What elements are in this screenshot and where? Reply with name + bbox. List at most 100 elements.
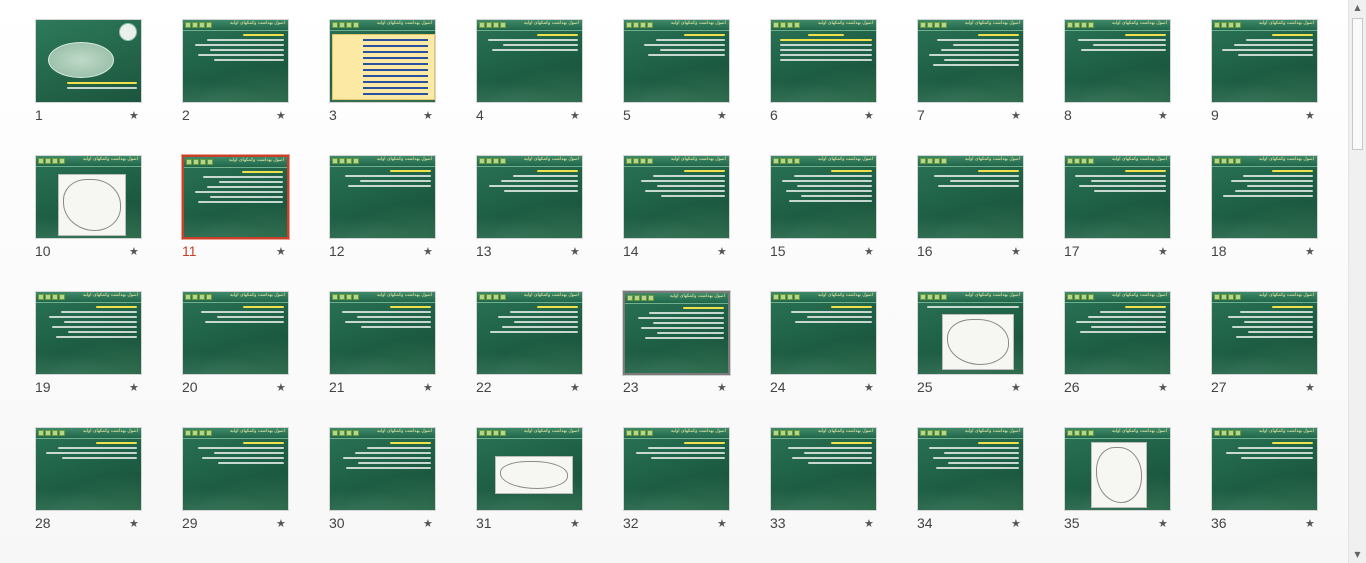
slide-header-title: اصول بهداشت وکمکهای اولیه <box>964 157 1020 162</box>
slide-header-title: اصول بهداشت وکمکهای اولیه <box>1258 157 1314 162</box>
slide-thumbnail-14[interactable]: اصول بهداشت وکمکهای اولیه <box>623 155 730 239</box>
slide-thumbnail-33[interactable]: اصول بهداشت وکمکهای اولیه <box>770 427 877 511</box>
slide-thumbnail-6[interactable]: اصول بهداشت وکمکهای اولیه <box>770 19 877 103</box>
slide-thumbnail-25[interactable]: اصول بهداشت وکمکهای اولیه <box>917 291 1024 375</box>
slide-thumbnail-30[interactable]: اصول بهداشت وکمکهای اولیه <box>329 427 436 511</box>
slide-thumbnail-15[interactable]: اصول بهداشت وکمکهای اولیه <box>770 155 877 239</box>
slide-transition-star-icon[interactable]: ★ <box>717 517 727 530</box>
slide-thumbnail-5[interactable]: اصول بهداشت وکمکهای اولیه <box>623 19 730 103</box>
slide-thumbnail-18[interactable]: اصول بهداشت وکمکهای اولیه <box>1211 155 1318 239</box>
slide-transition-star-icon[interactable]: ★ <box>570 109 580 122</box>
slide-transition-star-icon[interactable]: ★ <box>129 381 139 394</box>
slide-thumbnail-19[interactable]: اصول بهداشت وکمکهای اولیه <box>35 291 142 375</box>
slide-thumbnail-34[interactable]: اصول بهداشت وکمکهای اولیه <box>917 427 1024 511</box>
slide-background <box>771 428 876 510</box>
slide-transition-star-icon[interactable]: ★ <box>864 109 874 122</box>
slide-thumbnail-36[interactable]: اصول بهداشت وکمکهای اولیه <box>1211 427 1318 511</box>
slide-thumbnail-23[interactable]: اصول بهداشت وکمکهای اولیه <box>623 291 730 375</box>
slide-transition-star-icon[interactable]: ★ <box>864 517 874 530</box>
slide-thumbnail-22[interactable]: اصول بهداشت وکمکهای اولیه <box>476 291 583 375</box>
slide-thumbnail-21[interactable]: اصول بهداشت وکمکهای اولیه <box>329 291 436 375</box>
scroll-down-arrow-icon[interactable]: ▼ <box>1349 547 1366 563</box>
slide-background <box>330 292 435 374</box>
slide-header-title: اصول بهداشت وکمکهای اولیه <box>229 429 285 434</box>
slide-header-bar: اصول بهداشت وکمکهای اولیه <box>624 20 729 31</box>
slide-thumbnail-10[interactable]: اصول بهداشت وکمکهای اولیه <box>35 155 142 239</box>
slide-transition-star-icon[interactable]: ★ <box>423 381 433 394</box>
slide-transition-star-icon[interactable]: ★ <box>570 381 580 394</box>
slide-transition-star-icon[interactable]: ★ <box>423 245 433 258</box>
slide-transition-star-icon[interactable]: ★ <box>1158 245 1168 258</box>
slide-thumbnail-17[interactable]: اصول بهداشت وکمکهای اولیه <box>1064 155 1171 239</box>
slide-transition-star-icon[interactable]: ★ <box>423 517 433 530</box>
scroll-up-arrow-icon[interactable]: ▲ <box>1349 0 1366 16</box>
slide-thumbnail-4[interactable]: اصول بهداشت وکمکهای اولیه <box>476 19 583 103</box>
slide-transition-star-icon[interactable]: ★ <box>1305 381 1315 394</box>
nav-buttons-icon <box>479 158 506 164</box>
slide-transition-star-icon[interactable]: ★ <box>1011 109 1021 122</box>
nav-buttons-icon <box>479 430 506 436</box>
slide-header-title: اصول بهداشت وکمکهای اولیه <box>964 429 1020 434</box>
slide-number: 8 <box>1064 107 1072 123</box>
slide-transition-star-icon[interactable]: ★ <box>276 109 286 122</box>
slide-transition-star-icon[interactable]: ★ <box>1011 245 1021 258</box>
slide-transition-star-icon[interactable]: ★ <box>129 517 139 530</box>
vertical-scrollbar[interactable]: ▲ ▼ <box>1348 0 1366 563</box>
slide-thumbnail-31[interactable]: اصول بهداشت وکمکهای اولیه <box>476 427 583 511</box>
slide-thumbnail-3[interactable]: اصول بهداشت وکمکهای اولیه <box>329 19 436 103</box>
slide-thumbnail-26[interactable]: اصول بهداشت وکمکهای اولیه <box>1064 291 1171 375</box>
nav-buttons-icon <box>1067 294 1094 300</box>
slide-transition-star-icon[interactable]: ★ <box>1305 245 1315 258</box>
slide-thumbnail-35[interactable]: اصول بهداشت وکمکهای اولیه <box>1064 427 1171 511</box>
slide-thumbnail-8[interactable]: اصول بهداشت وکمکهای اولیه <box>1064 19 1171 103</box>
slide-background <box>1065 20 1170 102</box>
slide-transition-star-icon[interactable]: ★ <box>276 517 286 530</box>
slide-transition-star-icon[interactable]: ★ <box>1158 381 1168 394</box>
nav-buttons-icon <box>185 22 212 28</box>
slide-transition-star-icon[interactable]: ★ <box>717 381 727 394</box>
slide-thumbnail-29[interactable]: اصول بهداشت وکمکهای اولیه <box>182 427 289 511</box>
slide-thumbnail-12[interactable]: اصول بهداشت وکمکهای اولیه <box>329 155 436 239</box>
slide-transition-star-icon[interactable]: ★ <box>1011 517 1021 530</box>
slide-transition-star-icon[interactable]: ★ <box>1158 517 1168 530</box>
slide-transition-star-icon[interactable]: ★ <box>864 245 874 258</box>
slide-thumbnail-28[interactable]: اصول بهداشت وکمکهای اولیه <box>35 427 142 511</box>
nav-buttons-icon <box>920 430 947 436</box>
slide-transition-star-icon[interactable]: ★ <box>570 517 580 530</box>
slide-number: 23 <box>623 379 639 395</box>
nav-buttons-icon <box>1214 22 1241 28</box>
slide-transition-star-icon[interactable]: ★ <box>1305 517 1315 530</box>
slide-transition-star-icon[interactable]: ★ <box>276 245 286 258</box>
slide-transition-star-icon[interactable]: ★ <box>1011 381 1021 394</box>
slide-transition-star-icon[interactable]: ★ <box>276 381 286 394</box>
slide-transition-star-icon[interactable]: ★ <box>129 109 139 122</box>
nav-buttons-icon <box>479 294 506 300</box>
slide-thumbnail-11[interactable]: اصول بهداشت وکمکهای اولیه <box>182 155 289 239</box>
slide-transition-star-icon[interactable]: ★ <box>864 381 874 394</box>
slide-transition-star-icon[interactable]: ★ <box>717 109 727 122</box>
slide-header-bar: اصول بهداشت وکمکهای اولیه <box>624 156 729 167</box>
slide-transition-star-icon[interactable]: ★ <box>717 245 727 258</box>
slide-thumbnail-32[interactable]: اصول بهداشت وکمکهای اولیه <box>623 427 730 511</box>
nav-buttons-icon <box>920 158 947 164</box>
slide-thumbnail-9[interactable]: اصول بهداشت وکمکهای اولیه <box>1211 19 1318 103</box>
slide-thumbnail-20[interactable]: اصول بهداشت وکمکهای اولیه <box>182 291 289 375</box>
slide-thumbnail-16[interactable]: اصول بهداشت وکمکهای اولیه <box>917 155 1024 239</box>
slide-thumbnail-1[interactable] <box>35 19 142 103</box>
slide-number: 9 <box>1211 107 1219 123</box>
slide-thumbnail-27[interactable]: اصول بهداشت وکمکهای اولیه <box>1211 291 1318 375</box>
slide-header-title: اصول بهداشت وکمکهای اولیه <box>670 21 726 26</box>
slide-thumbnail-7[interactable]: اصول بهداشت وکمکهای اولیه <box>917 19 1024 103</box>
slide-transition-star-icon[interactable]: ★ <box>423 109 433 122</box>
slide-transition-star-icon[interactable]: ★ <box>1305 109 1315 122</box>
slide-transition-star-icon[interactable]: ★ <box>1158 109 1168 122</box>
slide-thumbnail-13[interactable]: اصول بهداشت وکمکهای اولیه <box>476 155 583 239</box>
slide-transition-star-icon[interactable]: ★ <box>129 245 139 258</box>
scrollbar-thumb[interactable] <box>1352 18 1363 150</box>
slide-thumbnail-24[interactable]: اصول بهداشت وکمکهای اولیه <box>770 291 877 375</box>
slide-thumbnail-2[interactable]: اصول بهداشت وکمکهای اولیه <box>182 19 289 103</box>
slide-transition-star-icon[interactable]: ★ <box>570 245 580 258</box>
slide-header-title: اصول بهداشت وکمکهای اولیه <box>1111 157 1167 162</box>
slide-header-title: اصول بهداشت وکمکهای اولیه <box>228 158 284 163</box>
slide-number: 35 <box>1064 515 1080 531</box>
